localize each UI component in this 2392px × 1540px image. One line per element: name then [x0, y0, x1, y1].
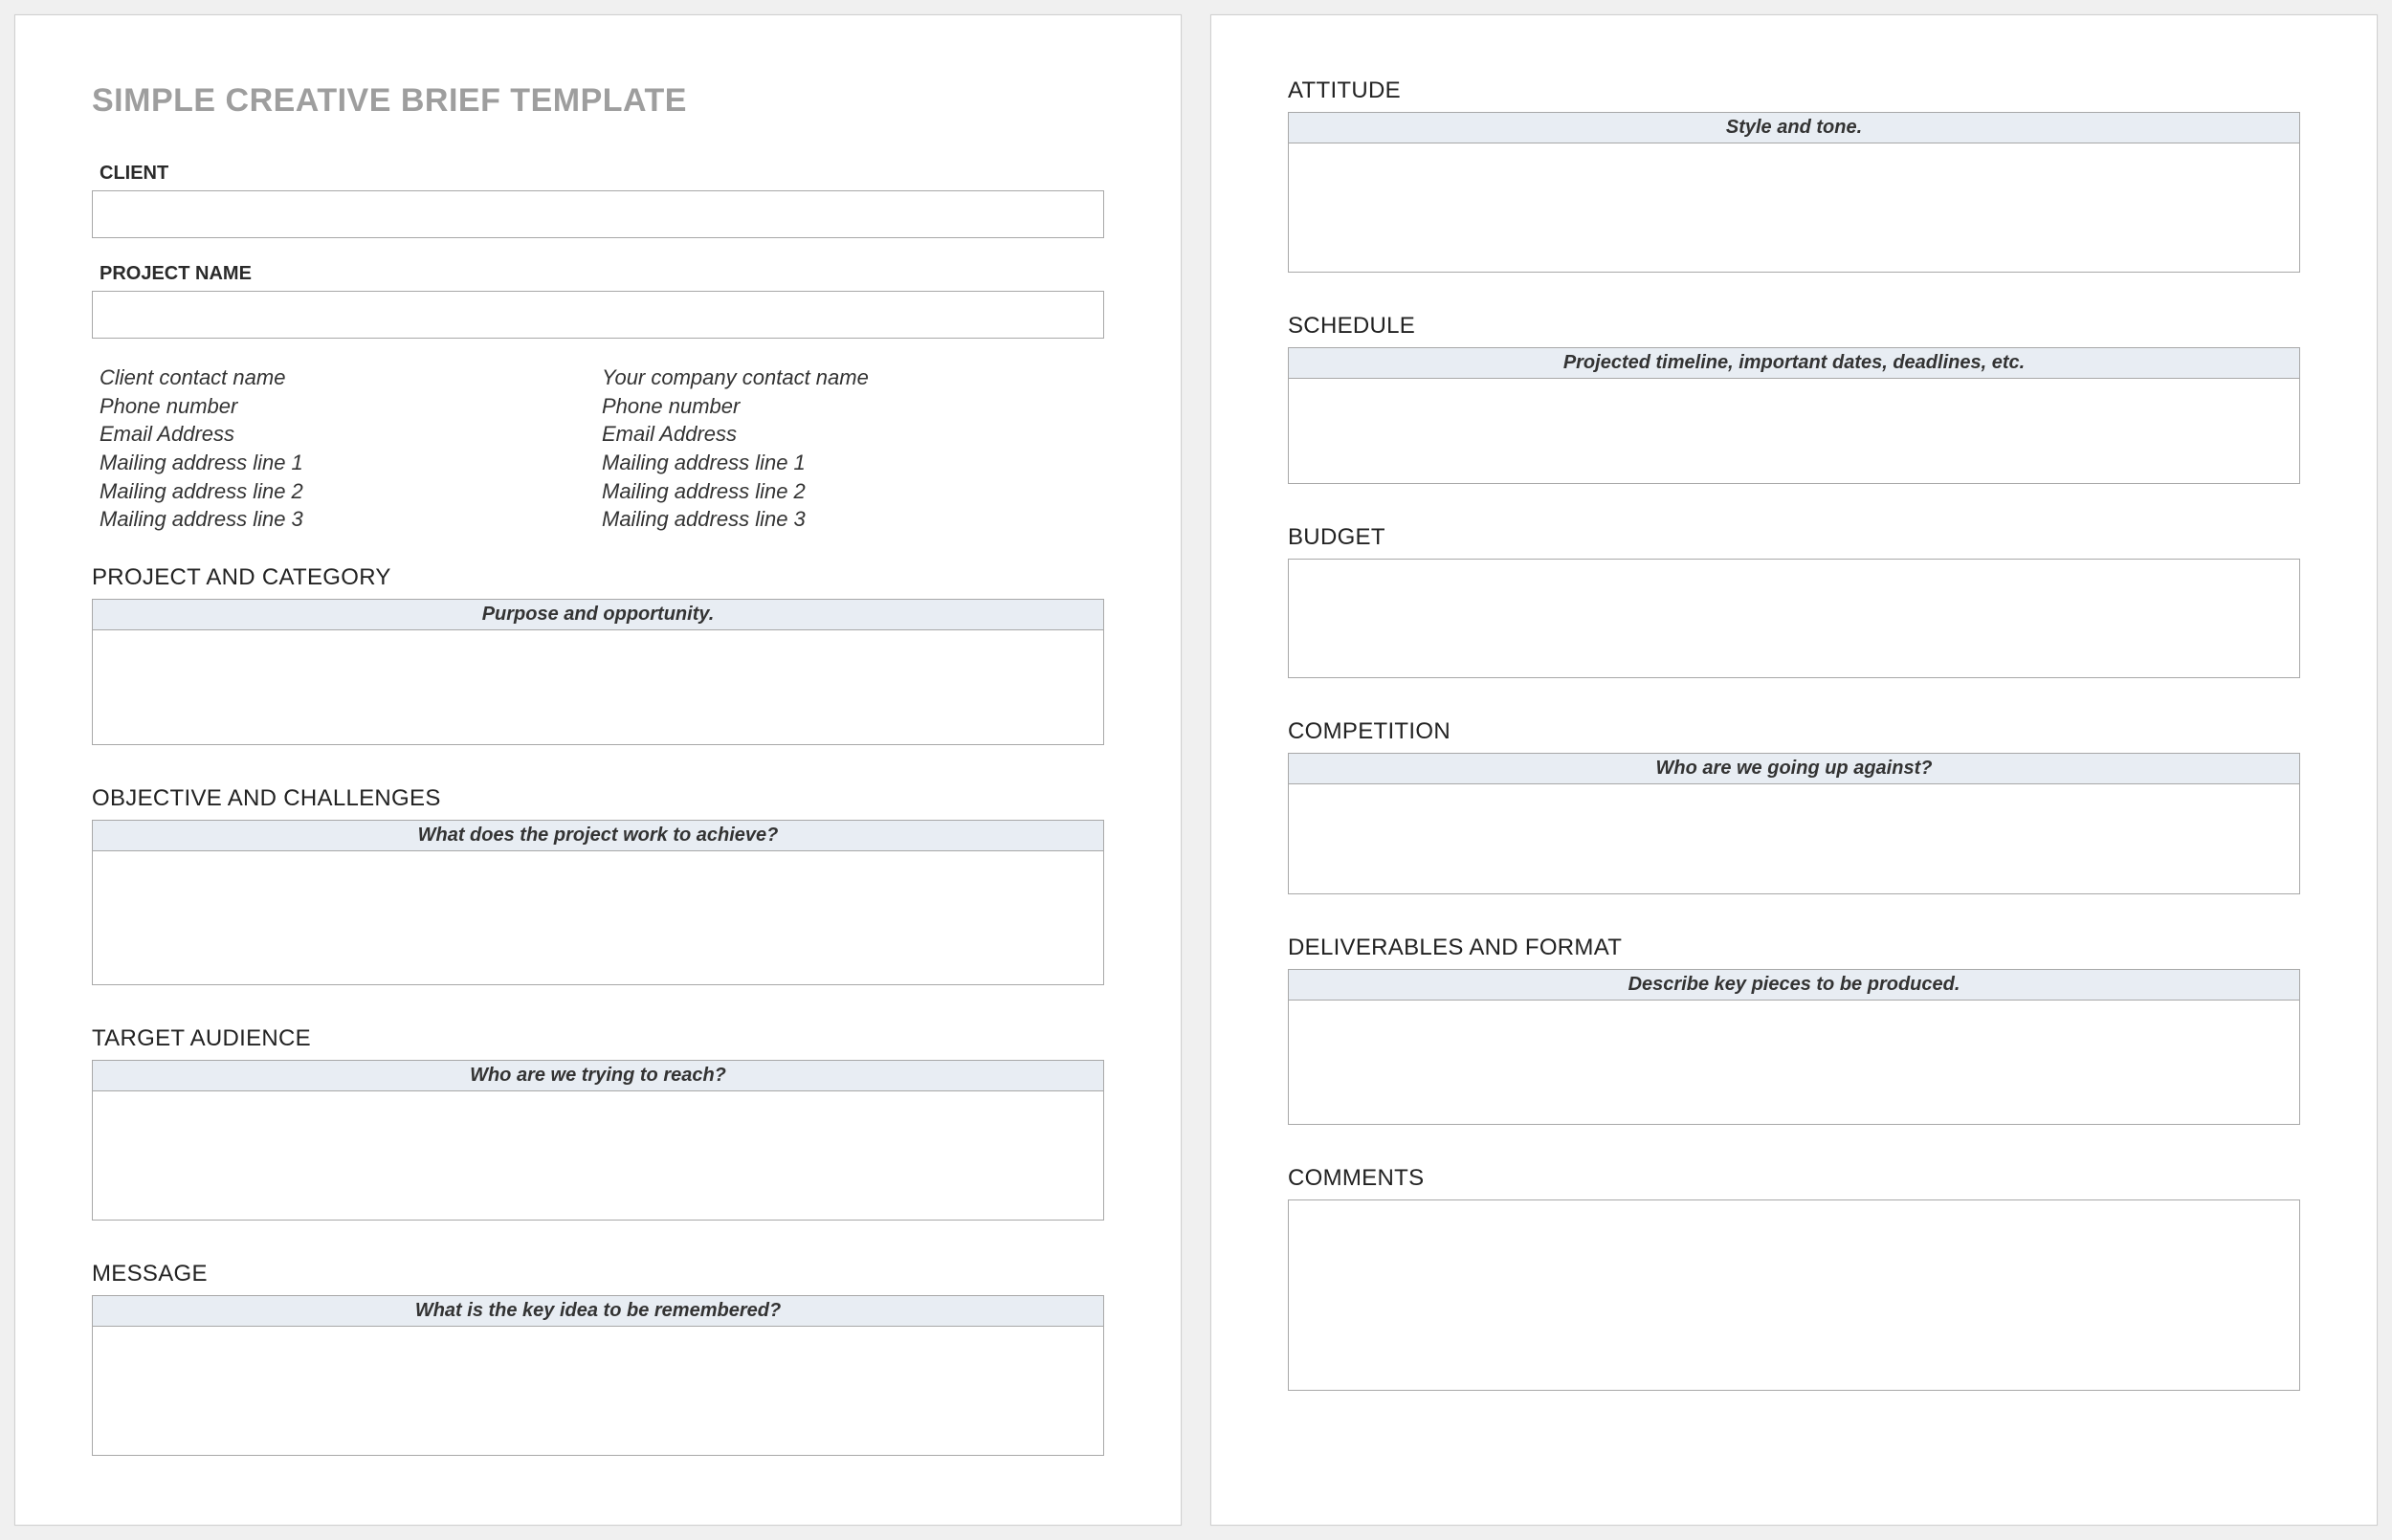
message-input[interactable]	[92, 1327, 1104, 1456]
section-audience: TARGET AUDIENCE Who are we trying to rea…	[92, 1025, 1104, 1221]
section-heading: COMPETITION	[1288, 718, 2300, 745]
section-heading: COMMENTS	[1288, 1165, 2300, 1192]
section-attitude: ATTITUDE Style and tone.	[1288, 77, 2300, 273]
contact-line: Phone number	[602, 392, 1104, 421]
contact-line: Phone number	[100, 392, 602, 421]
contact-line: Mailing address line 3	[602, 505, 1104, 534]
section-heading: BUDGET	[1288, 524, 2300, 551]
section-comments: COMMENTS	[1288, 1165, 2300, 1391]
client-label: CLIENT	[100, 163, 1104, 185]
page-1: SIMPLE CREATIVE BRIEF TEMPLATE CLIENT PR…	[14, 14, 1182, 1526]
comments-input[interactable]	[1288, 1199, 2300, 1391]
section-deliverables: DELIVERABLES AND FORMAT Describe key pie…	[1288, 935, 2300, 1125]
section-budget: BUDGET	[1288, 524, 2300, 678]
attitude-input[interactable]	[1288, 143, 2300, 273]
page-2: ATTITUDE Style and tone. SCHEDULE Projec…	[1210, 14, 2378, 1526]
deliverables-input[interactable]	[1288, 1001, 2300, 1125]
section-heading: SCHEDULE	[1288, 313, 2300, 340]
client-contact-column: Client contact name Phone number Email A…	[100, 363, 602, 534]
section-project-category: PROJECT AND CATEGORY Purpose and opportu…	[92, 564, 1104, 745]
contact-line: Mailing address line 2	[100, 477, 602, 506]
document-title: SIMPLE CREATIVE BRIEF TEMPLATE	[92, 82, 1104, 120]
audience-input[interactable]	[92, 1091, 1104, 1221]
section-heading: ATTITUDE	[1288, 77, 2300, 104]
section-heading: TARGET AUDIENCE	[92, 1025, 1104, 1052]
section-heading: OBJECTIVE AND CHALLENGES	[92, 785, 1104, 812]
objective-input[interactable]	[92, 851, 1104, 985]
section-hint: Who are we going up against?	[1288, 753, 2300, 784]
budget-input[interactable]	[1288, 559, 2300, 678]
section-hint: Style and tone.	[1288, 112, 2300, 143]
project-category-input[interactable]	[92, 630, 1104, 745]
section-hint: Projected timeline, important dates, dea…	[1288, 347, 2300, 379]
section-objective: OBJECTIVE AND CHALLENGES What does the p…	[92, 785, 1104, 985]
section-schedule: SCHEDULE Projected timeline, important d…	[1288, 313, 2300, 484]
section-hint: Describe key pieces to be produced.	[1288, 969, 2300, 1001]
section-heading: MESSAGE	[92, 1261, 1104, 1287]
section-competition: COMPETITION Who are we going up against?	[1288, 718, 2300, 894]
section-hint: What does the project work to achieve?	[92, 820, 1104, 851]
section-hint: What is the key idea to be remembered?	[92, 1295, 1104, 1327]
section-hint: Who are we trying to reach?	[92, 1060, 1104, 1091]
project-name-input[interactable]	[92, 291, 1104, 339]
competition-input[interactable]	[1288, 784, 2300, 894]
contact-line: Mailing address line 1	[100, 449, 602, 477]
contact-line: Client contact name	[100, 363, 602, 392]
section-message: MESSAGE What is the key idea to be remem…	[92, 1261, 1104, 1456]
client-input[interactable]	[92, 190, 1104, 238]
company-contact-column: Your company contact name Phone number E…	[602, 363, 1104, 534]
contact-line: Mailing address line 2	[602, 477, 1104, 506]
contact-line: Email Address	[602, 420, 1104, 449]
contacts-block: Client contact name Phone number Email A…	[100, 363, 1104, 534]
project-name-label: PROJECT NAME	[100, 263, 1104, 285]
section-hint: Purpose and opportunity.	[92, 599, 1104, 630]
contact-line: Mailing address line 1	[602, 449, 1104, 477]
contact-line: Mailing address line 3	[100, 505, 602, 534]
section-heading: DELIVERABLES AND FORMAT	[1288, 935, 2300, 961]
section-heading: PROJECT AND CATEGORY	[92, 564, 1104, 591]
contact-line: Your company contact name	[602, 363, 1104, 392]
schedule-input[interactable]	[1288, 379, 2300, 484]
contact-line: Email Address	[100, 420, 602, 449]
